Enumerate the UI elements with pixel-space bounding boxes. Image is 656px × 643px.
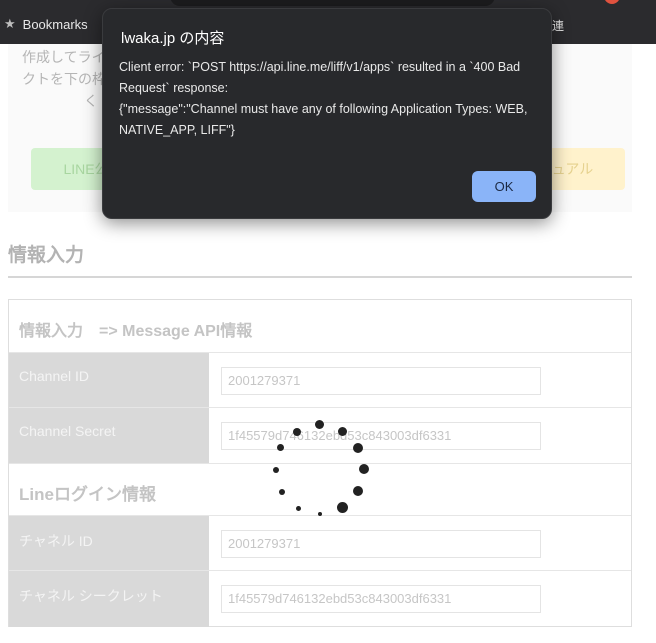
alert-dialog: lwaka.jp の内容 Client error: `POST https:/… bbox=[102, 8, 552, 219]
bookmarks-label: Bookmarks bbox=[22, 16, 88, 32]
alert-message: Client error: `POST https://api.line.me/… bbox=[119, 60, 528, 137]
star-icon: ★ bbox=[4, 16, 16, 31]
bookmark-item[interactable]: 連 bbox=[552, 17, 564, 34]
notification-badge[interactable] bbox=[604, 0, 620, 4]
alert-title: lwaka.jp の内容 bbox=[121, 30, 225, 47]
bookmarks-button[interactable]: ★ Bookmarks bbox=[4, 16, 88, 32]
tab-strip-pill bbox=[170, 0, 495, 6]
ok-button[interactable]: OK bbox=[472, 171, 536, 202]
